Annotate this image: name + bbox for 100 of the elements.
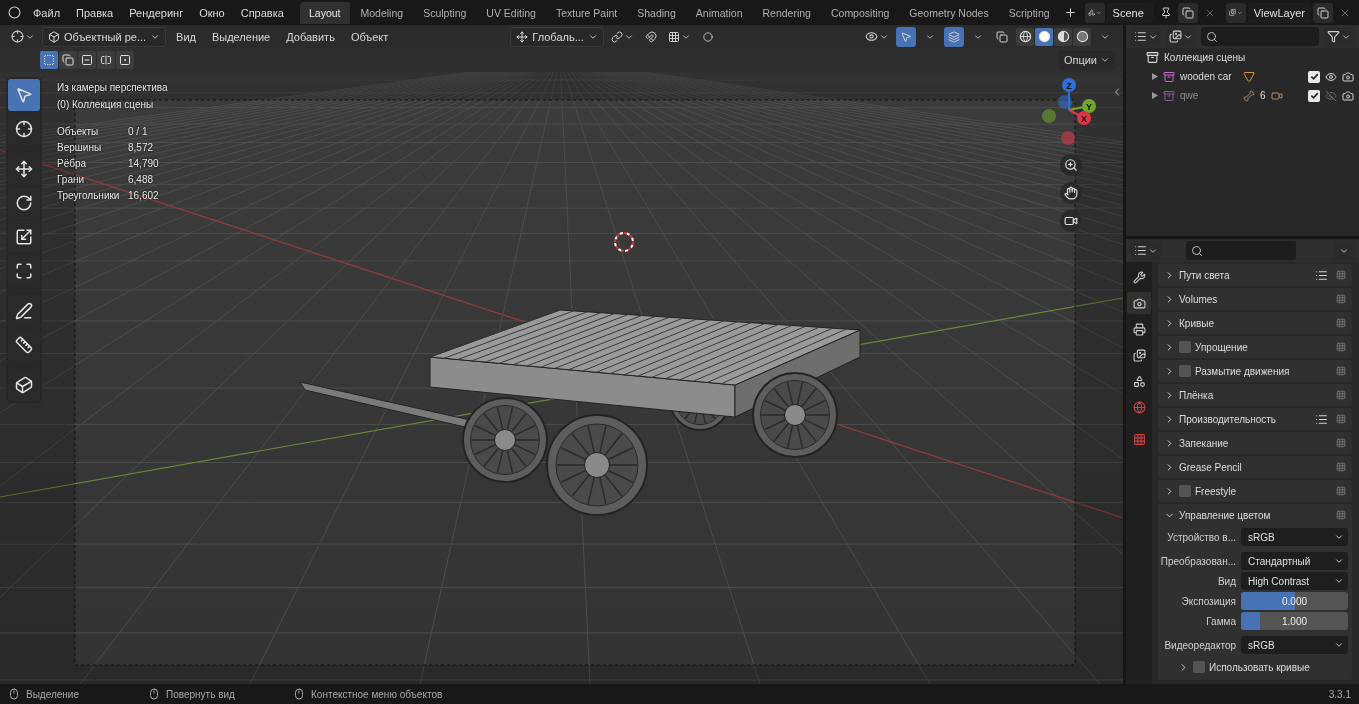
search-field[interactable] bbox=[1186, 241, 1296, 260]
panel-header[interactable]: Freestyle bbox=[1158, 480, 1352, 502]
select-field[interactable]: sRGB bbox=[1241, 636, 1348, 654]
shading-button[interactable] bbox=[1073, 27, 1091, 46]
axis-handle[interactable] bbox=[1058, 95, 1072, 109]
header-menu[interactable]: Объект bbox=[344, 28, 395, 45]
eye-icon[interactable] bbox=[1325, 70, 1337, 83]
search-field[interactable] bbox=[1201, 27, 1319, 46]
images-icon bbox=[1132, 348, 1146, 362]
pan-button[interactable] bbox=[1060, 182, 1082, 204]
axis-handle[interactable] bbox=[1042, 109, 1056, 123]
workspace-tab[interactable]: Sculpting bbox=[414, 1, 476, 24]
panel-title[interactable]: Использовать кривые bbox=[1209, 661, 1310, 673]
stat-value: 14,790 bbox=[128, 158, 160, 169]
menu-item[interactable]: Файл bbox=[26, 3, 68, 22]
panel-checkbox[interactable] bbox=[1179, 341, 1191, 353]
panel-header[interactable]: Плёнка bbox=[1158, 384, 1352, 406]
shading-button[interactable] bbox=[1016, 27, 1034, 46]
panel-header[interactable]: Размытие движения bbox=[1158, 360, 1352, 382]
view-layer-field[interactable]: ViewLayer bbox=[1247, 2, 1311, 23]
select-mode-button[interactable] bbox=[40, 51, 58, 69]
panel-checkbox[interactable] bbox=[1193, 661, 1205, 673]
header-menu[interactable]: Выделение bbox=[205, 28, 277, 45]
list-icon[interactable] bbox=[1315, 412, 1328, 426]
select-mode-button[interactable] bbox=[78, 51, 96, 69]
menu-item[interactable]: Окно bbox=[192, 3, 232, 22]
camera-icon[interactable] bbox=[1342, 89, 1354, 102]
axis-handle[interactable]: Z bbox=[1062, 78, 1076, 111]
view-layer-selector[interactable] bbox=[1225, 2, 1246, 23]
properties-tab[interactable] bbox=[1127, 292, 1151, 314]
panel-header[interactable]: Grease Pencil bbox=[1158, 456, 1352, 478]
overlay-toggle[interactable] bbox=[944, 26, 964, 47]
panel-header[interactable]: Volumes bbox=[1158, 288, 1352, 310]
panel-checkbox[interactable] bbox=[1179, 485, 1191, 497]
drag-handle-icon bbox=[1336, 462, 1346, 472]
panel-header[interactable]: Кривые bbox=[1158, 312, 1352, 334]
dot-square-icon bbox=[119, 54, 131, 66]
mode-dropdown[interactable]: Объектный ре... bbox=[42, 26, 167, 47]
workspace-tab[interactable]: Layout bbox=[300, 1, 350, 24]
menu-item[interactable]: Рендеринг bbox=[122, 3, 191, 22]
object-name[interactable]: wooden car bbox=[1180, 71, 1238, 82]
stat-value: 0 / 1 bbox=[128, 126, 149, 137]
workspace-tab[interactable]: Animation bbox=[686, 1, 752, 24]
workspace-tab[interactable]: Scripting bbox=[999, 1, 1059, 24]
cursor-icon bbox=[614, 232, 634, 252]
panel-header[interactable]: Упрощение bbox=[1158, 336, 1352, 358]
wrench-icon bbox=[1132, 270, 1146, 284]
header-menu[interactable]: Добавить bbox=[280, 28, 341, 45]
magnet-icon bbox=[644, 30, 657, 43]
viewport-canvas[interactable]: Из камеры перспектива (0) Коллекция сцены Объекты 0 / 1 Вершины 8,572 Рёбра 14,790 Грани 6,488 Треугольники 16,602 Z Y X bbox=[0, 72, 1123, 684]
workspace-tab[interactable]: Shading bbox=[628, 1, 685, 24]
panel-header[interactable]: Запекание bbox=[1158, 432, 1352, 454]
workspace-tab[interactable]: Modeling bbox=[351, 1, 413, 24]
panel-title[interactable]: Управление цветом bbox=[1179, 509, 1271, 521]
panel-checkbox[interactable] bbox=[1179, 365, 1191, 377]
enable-checkbox[interactable] bbox=[1308, 70, 1320, 83]
select-mode-button[interactable] bbox=[59, 51, 77, 69]
workspace-tab[interactable]: Rendering bbox=[753, 1, 820, 24]
slider-field[interactable]: 1.000 bbox=[1241, 612, 1348, 630]
expand-arrow-icon[interactable] bbox=[1152, 92, 1158, 99]
panel-header[interactable]: Пути света bbox=[1158, 264, 1352, 286]
scene-field[interactable]: Scene bbox=[1106, 2, 1155, 23]
overlap-squares-icon bbox=[996, 30, 1008, 43]
eye-closed-icon[interactable] bbox=[1325, 89, 1337, 102]
workspace-tab[interactable]: Compositing bbox=[821, 1, 899, 24]
gizmo-toggle[interactable] bbox=[896, 26, 916, 47]
collection-name: (0) Коллекция сцены bbox=[57, 99, 155, 110]
select-mode-button[interactable] bbox=[116, 51, 134, 69]
shading-button[interactable] bbox=[1035, 27, 1053, 46]
workspace-tab[interactable]: Texture Paint bbox=[546, 1, 627, 24]
workspace-tab[interactable]: Geometry Nodes bbox=[900, 1, 998, 24]
list-icon[interactable] bbox=[1315, 268, 1328, 282]
panel-header[interactable]: Производительность bbox=[1158, 408, 1352, 430]
workspace-tab[interactable]: UV Editing bbox=[477, 1, 545, 24]
collection-name[interactable]: Коллекция сцены bbox=[1164, 52, 1246, 63]
select-field[interactable]: Стандартный bbox=[1241, 552, 1348, 570]
select-field[interactable]: sRGB bbox=[1241, 528, 1348, 546]
header-menu[interactable]: Вид bbox=[170, 28, 202, 45]
overlap-squares-icon bbox=[62, 54, 74, 66]
menu-item[interactable]: Правка bbox=[69, 3, 121, 22]
options-dropdown[interactable]: Опции bbox=[1058, 50, 1115, 70]
copy-button[interactable] bbox=[1313, 2, 1333, 23]
expand-arrow-icon[interactable] bbox=[1152, 73, 1158, 80]
slider-field[interactable]: 0.000 bbox=[1241, 592, 1348, 610]
zoom-button[interactable] bbox=[1060, 154, 1082, 176]
axis-handle[interactable] bbox=[1061, 131, 1075, 145]
shading-button[interactable] bbox=[1054, 27, 1072, 46]
enable-checkbox[interactable] bbox=[1308, 89, 1320, 102]
select-field[interactable]: High Contrast bbox=[1241, 572, 1348, 590]
scene-selector[interactable] bbox=[1084, 2, 1105, 23]
dashed-square-icon bbox=[43, 54, 55, 66]
object-name[interactable]: qwe bbox=[1180, 90, 1238, 101]
copy-button[interactable] bbox=[1178, 2, 1199, 23]
orientation-dropdown[interactable]: Глобаль... bbox=[510, 26, 604, 47]
cube-icon bbox=[48, 30, 60, 43]
camera-icon[interactable] bbox=[1342, 70, 1354, 83]
select-mode-button[interactable] bbox=[97, 51, 115, 69]
menu-item[interactable]: Справка bbox=[233, 3, 291, 22]
camera-view-button[interactable] bbox=[1060, 210, 1082, 232]
camera-icon bbox=[1132, 296, 1146, 310]
